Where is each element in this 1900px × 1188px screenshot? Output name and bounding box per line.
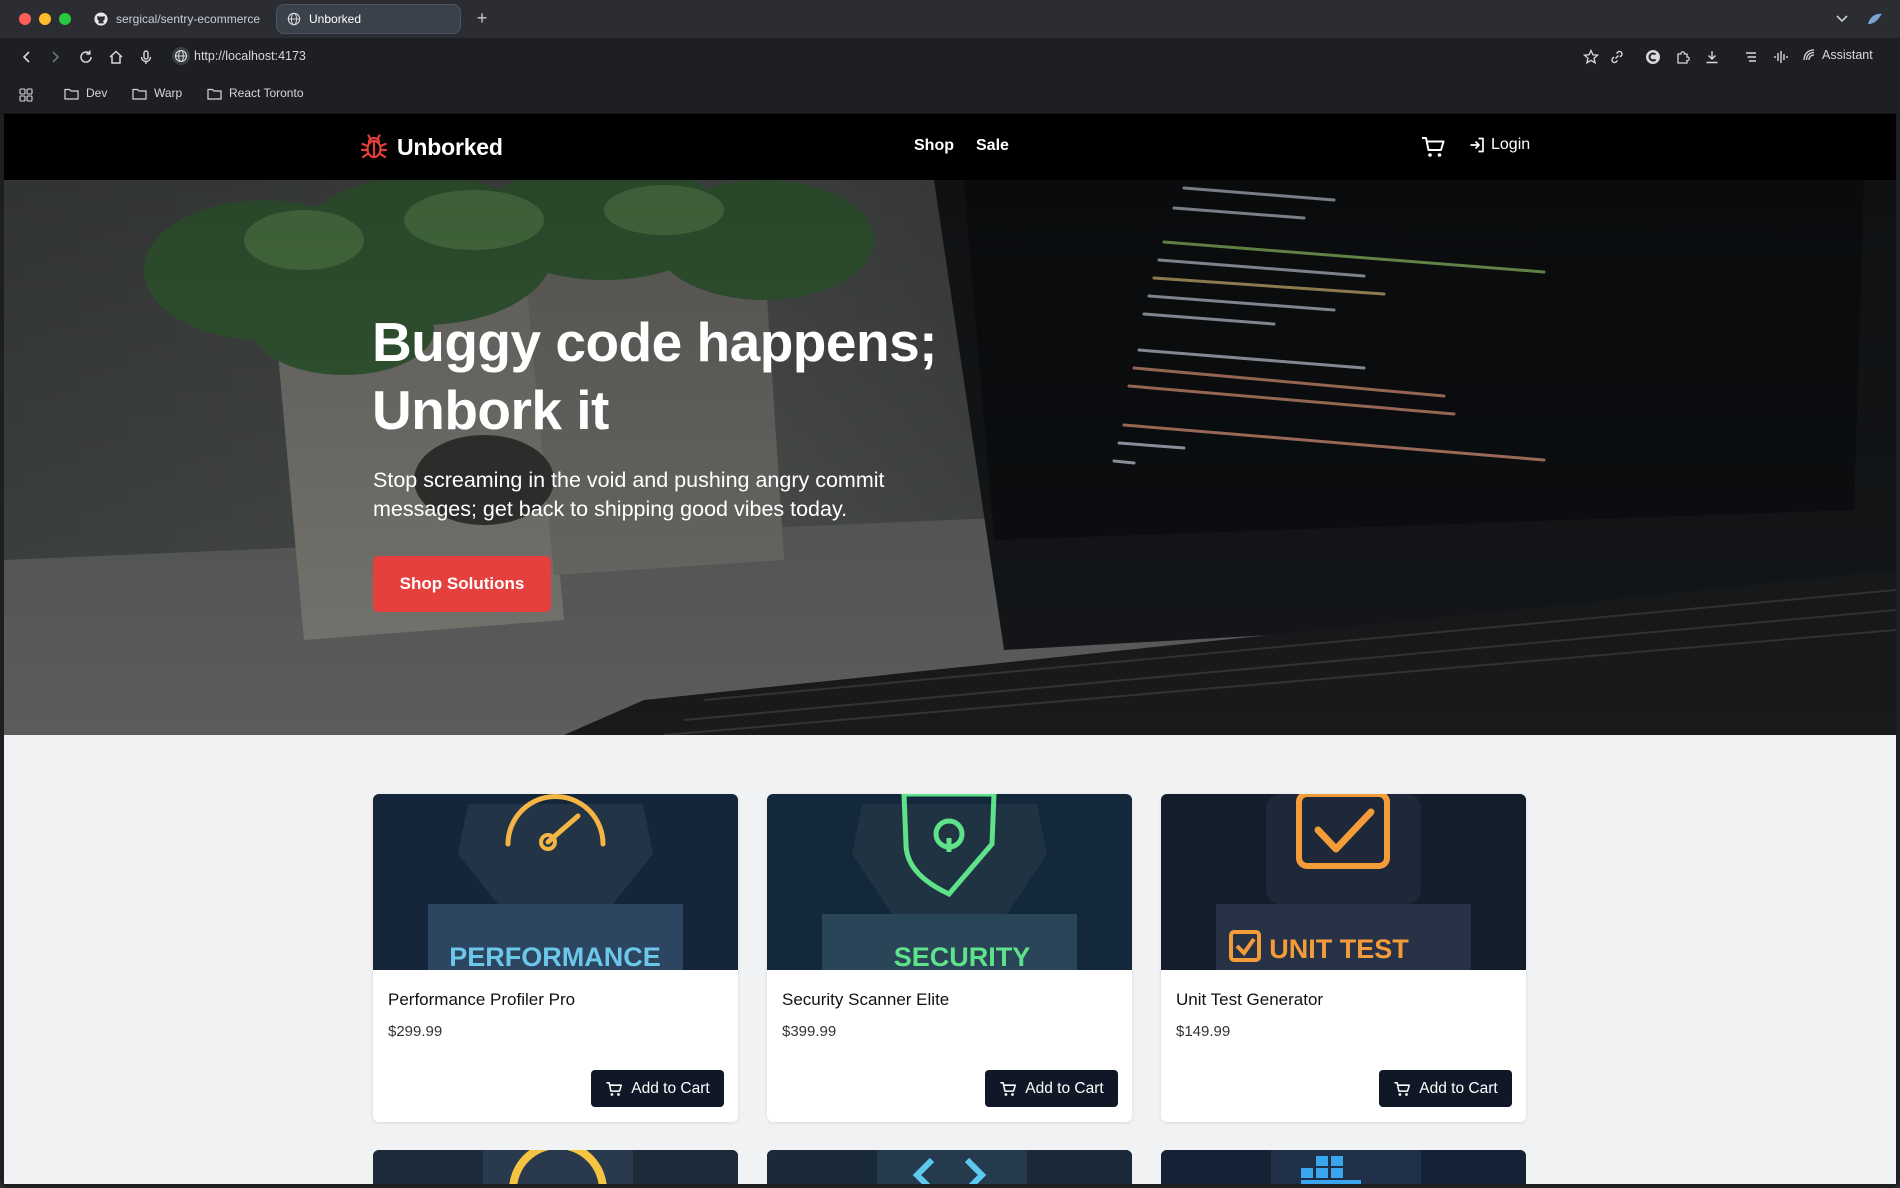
- download-icon[interactable]: [1703, 48, 1721, 66]
- apps-grid-icon[interactable]: [19, 88, 33, 102]
- new-tab-button[interactable]: +: [472, 8, 492, 28]
- chevron-down-icon[interactable]: [1834, 10, 1850, 26]
- browser-toolbar: http://localhost:4173 Assistant: [0, 38, 1900, 76]
- window-minimize-button[interactable]: [39, 13, 51, 25]
- product-image: [767, 1150, 1132, 1184]
- globe-icon: [287, 12, 301, 26]
- bug-icon: [360, 134, 388, 159]
- window-close-button[interactable]: [19, 13, 31, 25]
- brand-name: Unborked: [397, 133, 503, 160]
- hero-background-image: [4, 180, 1896, 735]
- product-grid: PERFORMANCE Performance Profiler Pro $29…: [4, 735, 1896, 1184]
- bookmark-label: Dev: [86, 86, 108, 100]
- hero-subtitle: Stop screaming in the void and pushing a…: [373, 468, 885, 521]
- site-header: Unborked Shop Sale Login: [4, 114, 1896, 180]
- assistant-icon: [1803, 49, 1815, 61]
- product-card: SECURITY Security Scanner Elite $399.99 …: [767, 794, 1132, 1122]
- address-bar[interactable]: http://localhost:4173: [194, 49, 306, 63]
- home-icon[interactable]: [107, 48, 125, 66]
- assistant-label: Assistant: [1822, 48, 1873, 62]
- github-icon: [94, 12, 108, 26]
- product-card-partial: [767, 1150, 1132, 1184]
- add-to-cart-button[interactable]: Add to Cart: [985, 1070, 1118, 1107]
- product-price: $399.99: [782, 1023, 837, 1040]
- product-image: UNIT TEST: [1161, 794, 1526, 970]
- product-image-text: SECURITY: [894, 942, 1031, 970]
- tab-title: Unborked: [309, 12, 362, 26]
- nav-shop[interactable]: Shop: [914, 137, 954, 155]
- add-to-cart-button[interactable]: Add to Cart: [591, 1070, 724, 1107]
- login-label: Login: [1491, 136, 1531, 153]
- cart-icon: [1000, 1081, 1017, 1096]
- add-to-cart-label: Add to Cart: [631, 1079, 710, 1097]
- product-name[interactable]: Performance Profiler Pro: [388, 990, 575, 1010]
- add-to-cart-label: Add to Cart: [1025, 1079, 1104, 1097]
- cart-icon[interactable]: [1420, 134, 1446, 160]
- product-image-text: UNIT TEST: [1269, 934, 1409, 964]
- product-price: $149.99: [1176, 1023, 1231, 1040]
- login-icon: [1470, 137, 1484, 153]
- microphone-icon[interactable]: [137, 48, 155, 66]
- shop-solutions-button[interactable]: Shop Solutions: [373, 556, 551, 612]
- bookmark-warp[interactable]: Warp: [132, 86, 182, 100]
- product-card: PERFORMANCE Performance Profiler Pro $29…: [373, 794, 738, 1122]
- back-icon[interactable]: [18, 48, 36, 66]
- tab-github[interactable]: sergical/sentry-ecommerce: [84, 4, 264, 34]
- hero-section: Buggy code happens; Unbork it Stop screa…: [4, 180, 1896, 735]
- folder-icon: [132, 88, 147, 100]
- add-to-cart-label: Add to Cart: [1419, 1079, 1498, 1097]
- browser-window: sergical/sentry-ecommerce Unborked + htt…: [0, 0, 1900, 1188]
- audio-wave-icon[interactable]: [1772, 48, 1790, 66]
- star-icon[interactable]: [1582, 48, 1600, 66]
- product-price: $299.99: [388, 1023, 443, 1040]
- bookmark-label: Warp: [154, 86, 183, 100]
- cart-icon: [606, 1081, 623, 1096]
- cart-icon: [1394, 1081, 1411, 1096]
- product-image-text: PERFORMANCE: [449, 942, 661, 970]
- product-card-partial: [373, 1150, 738, 1184]
- nav-sale[interactable]: Sale: [976, 137, 1009, 155]
- product-name[interactable]: Unit Test Generator: [1176, 990, 1323, 1010]
- tab-strip: sergical/sentry-ecommerce Unborked +: [0, 0, 1900, 38]
- product-card: UNIT TEST Unit Test Generator $149.99 Ad…: [1161, 794, 1526, 1122]
- extension-badge-icon[interactable]: [1644, 48, 1662, 66]
- product-name[interactable]: Security Scanner Elite: [782, 990, 949, 1010]
- bookmarks-bar: Dev Warp React Toronto: [0, 76, 1900, 114]
- hero-title: Buggy code happens; Unbork it: [372, 311, 938, 441]
- tab-title: sergical/sentry-ecommerce: [116, 12, 261, 26]
- reload-icon[interactable]: [77, 48, 95, 66]
- product-image: [1161, 1150, 1526, 1184]
- product-card-partial: [1161, 1150, 1526, 1184]
- folder-icon: [64, 88, 79, 100]
- profile-icon[interactable]: [1866, 10, 1884, 28]
- tab-unborked[interactable]: Unborked: [276, 4, 461, 34]
- puzzle-icon[interactable]: [1674, 48, 1692, 66]
- product-image: [373, 1150, 738, 1184]
- menu-icon[interactable]: [1742, 48, 1760, 66]
- assistant-button[interactable]: Assistant: [1802, 48, 1873, 62]
- window-maximize-button[interactable]: [59, 13, 71, 25]
- page-viewport: Unborked Shop Sale Login Buggy code happ…: [4, 114, 1896, 1184]
- forward-icon[interactable]: [46, 48, 64, 66]
- product-image: SECURITY: [767, 794, 1132, 970]
- add-to-cart-button[interactable]: Add to Cart: [1379, 1070, 1512, 1107]
- login-button[interactable]: Login: [1468, 136, 1530, 154]
- bookmark-dev[interactable]: Dev: [64, 86, 107, 100]
- site-info-icon[interactable]: [172, 47, 190, 65]
- main-nav: Shop Sale: [914, 137, 1009, 155]
- product-image: PERFORMANCE: [373, 794, 738, 970]
- link-icon[interactable]: [1608, 48, 1626, 66]
- bookmark-react-toronto[interactable]: React Toronto: [207, 86, 304, 100]
- bookmark-label: React Toronto: [229, 86, 304, 100]
- brand-logo-link[interactable]: Unborked: [359, 132, 503, 162]
- folder-icon: [207, 88, 222, 100]
